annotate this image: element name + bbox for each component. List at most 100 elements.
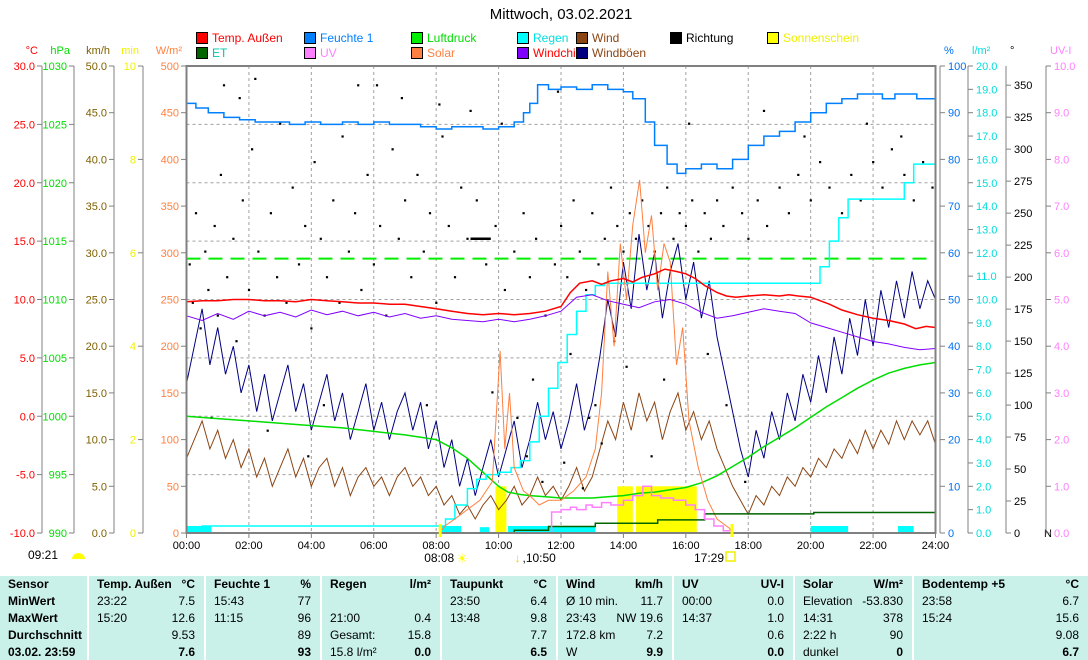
scatter-dot [279,123,281,125]
scatter-dot [310,327,312,329]
table-header-regen: Regenl/m² [320,576,440,593]
scatter-dot [704,212,706,214]
scatter-dot [663,379,665,381]
table-header-feuchte-1: Feuchte 1% [204,576,320,593]
table-row-label: Durchschnitt [0,626,87,643]
axis-tick-label: 175 [1014,304,1032,316]
scatter-dot [903,174,905,176]
axis-unit-label: W/m² [156,45,183,57]
table-cell-value: 12.6 [172,611,195,625]
sun-icon: ☀ [456,551,468,566]
axis-tick-label: 1005 [43,353,67,365]
scatter-dot [460,187,462,189]
table-cell-temp-au-en: 9.53 [87,626,204,643]
axis-l-m-: 20.019.018.017.016.015.014.013.012.011.0… [968,45,997,540]
table-header-name: Wind [566,577,595,591]
table-cell-time: Elevation [803,594,852,608]
table-cell-time: dunkel [803,645,838,659]
axis-tick-label: 20.0 [14,178,35,190]
table-cell-solar: Elevation-53.830 [793,593,912,610]
table-row-label-text: MinWert [8,594,55,608]
table-cell-uv: 0.6 [672,626,793,643]
table-cell-uv: 00:000.0 [672,593,793,610]
scatter-dot [635,238,637,240]
table-cell-time: 00:00 [682,594,712,608]
axis-tick-label: 16.0 [976,154,997,166]
table-cell-value: 1.0 [767,611,784,625]
axis-tick-label: 225 [1014,240,1032,252]
sunset-time-label: 17:29 [694,551,724,565]
sunset-square-icon [726,552,735,561]
scatter-dot [810,199,812,201]
table-cell-time: Gesamt: [330,628,375,642]
table-header-unit: °C [182,577,195,591]
scatter-dot [495,225,497,227]
table-header-unit: UV-I [761,577,784,591]
table-cell-feuchte-1: 15:4377 [204,593,320,610]
table-cell-bodentemp-5: 9.08 [912,626,1088,643]
scatter-dot [195,212,197,214]
table-cell-value: 7.2 [646,628,663,642]
table-cell-value: 0 [896,645,903,659]
axis-tick-label: 0 [173,528,179,540]
axis-unit-label: l/m² [972,45,991,57]
axis-tick-label: 6 [130,248,136,260]
table-cell-solar: dunkel 0 [793,643,912,660]
axis-tick-label: 17.0 [976,131,997,143]
axis-tick-label: 30.0 [86,248,107,260]
table-cell-taupunkt: 23:506.4 [440,593,556,610]
scatter-dot [744,481,746,483]
table-cell-temp-au-en: 15:2012.6 [87,610,204,627]
table-row-label: 03.02. 23:59 [0,643,87,660]
axis-tick-label: 3.0 [1054,388,1069,400]
axis-tick-label: 350 [161,201,179,213]
scatter-dot [392,148,394,150]
axis-tick-label: 0 [130,528,136,540]
table-header-taupunkt: Taupunkt°C [440,576,556,593]
table-cell-time: 15:43 [214,594,244,608]
scatter-dot [267,430,269,432]
table-header-unit: l/m² [410,577,431,591]
axis-tick-label: 250 [1014,208,1032,220]
axis-tick-label: 5.0 [1054,295,1069,307]
table-cell-value: 6.4 [530,594,547,608]
scatter-dot [223,84,225,86]
scatter-dot [697,251,699,253]
series-windchill [187,295,936,350]
axis-unit-label: km/h [86,45,110,57]
scatter-dot [200,327,202,329]
axis-tick-label: 450 [161,108,179,120]
axis-tick-label: 990 [49,528,67,540]
table-cell-solar: 2:22 h90 [793,626,912,643]
table-cell-value: 7.5 [178,594,195,608]
axis-unit-label: min [121,45,139,57]
axis-unit-label: UV-I [1050,45,1071,57]
scatter-dot [214,225,216,227]
table-header-sensor: Sensor [0,576,87,593]
table-cell-value: 0.4 [414,611,431,625]
axis-tick-label: 5.0 [92,481,107,493]
table-header-name: Bodentemp +5 [922,577,1005,591]
table-cell-regen: 21:000.4 [320,610,440,627]
sun-mound-icon [72,553,85,559]
table-row-label-text: 03.02. 23:59 [8,645,75,659]
axis-extra-label: N [1044,528,1052,540]
moon-time-label: ,10:50 [522,551,556,565]
scatter-dot [557,91,559,93]
axis-tick-label: 4 [130,341,136,353]
table-cell-regen: 15.8 l/m²0.0 [320,643,440,660]
axis-tick-label: 150 [161,388,179,400]
scatter-dot [710,238,712,240]
axis-tick-label: 50 [1014,464,1026,476]
table-cell-value: 378 [883,611,903,625]
table-header-unit: °C [1066,577,1079,591]
scatter-dot [491,391,493,393]
axis-tick-label: 0.0 [1054,528,1069,540]
scatter-dot [342,135,344,137]
scatter-dot [579,251,581,253]
scatter-dot [307,455,309,457]
table-cell-value: 7.7 [530,628,547,642]
axis-tick-label: 12.0 [976,248,997,260]
axis-tick-label: 70 [948,201,960,213]
axis-tick-label: 50 [167,481,179,493]
